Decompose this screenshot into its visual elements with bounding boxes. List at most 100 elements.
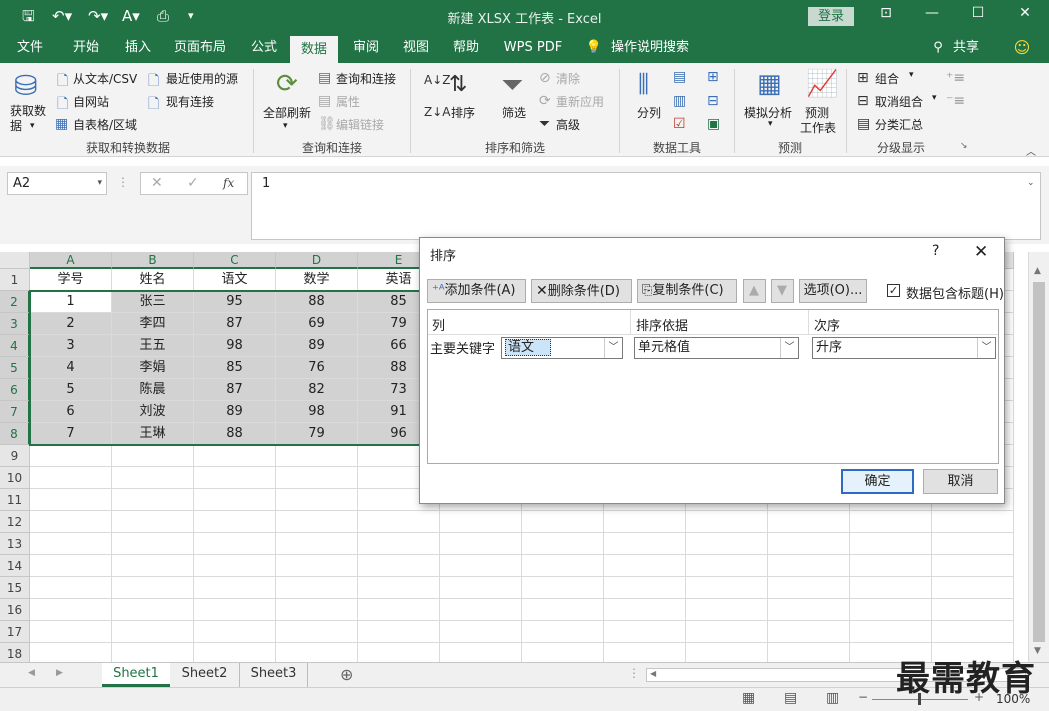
grid-cell[interactable]: 李娟 [112, 357, 194, 379]
close-icon[interactable]: ✕ [1010, 5, 1040, 21]
from-web-button[interactable]: 自网站 [73, 93, 109, 110]
grid-cell[interactable] [30, 643, 112, 662]
grid-cell[interactable] [768, 555, 850, 577]
chevron-down-icon[interactable]: ▾ [97, 173, 102, 194]
grid-cell[interactable] [440, 511, 522, 533]
grid-cell[interactable]: 数学 [276, 269, 358, 291]
text-to-columns-button[interactable]: 分列 [637, 104, 661, 121]
grid-cell[interactable] [276, 489, 358, 511]
clear-button[interactable]: 清除 [556, 70, 580, 87]
grid-cell[interactable] [932, 599, 1014, 621]
grid-cell[interactable]: 89 [194, 401, 276, 423]
grid-cell[interactable] [112, 555, 194, 577]
grid-cell[interactable]: 6 [30, 401, 112, 423]
grid-cell[interactable]: 李四 [112, 313, 194, 335]
grid-cell[interactable] [686, 511, 768, 533]
grid-cell[interactable] [30, 577, 112, 599]
grid-cell[interactable]: 陈晨 [112, 379, 194, 401]
grid-cell[interactable]: 69 [276, 313, 358, 335]
grid-cell[interactable]: 5 [30, 379, 112, 401]
row-header[interactable]: 17 [0, 621, 30, 643]
row-header[interactable]: 6 [0, 379, 30, 401]
tab-sheet2[interactable]: Sheet2 [170, 663, 240, 687]
dialog-launcher-icon[interactable]: ↘ [960, 141, 968, 151]
cancel-button[interactable]: 取消 [923, 469, 998, 494]
grid-cell[interactable] [276, 599, 358, 621]
grid-cell[interactable]: 3 [30, 335, 112, 357]
grid-cell[interactable]: 95 [194, 291, 276, 313]
grid-cell[interactable]: 王琳 [112, 423, 194, 445]
tab-view[interactable]: 视图 [394, 33, 438, 63]
grid-cell[interactable]: 89 [276, 335, 358, 357]
grid-cell[interactable]: 2 [30, 313, 112, 335]
chevron-down-icon[interactable]: ﹀ [604, 338, 622, 358]
grid-cell[interactable] [522, 643, 604, 662]
from-table-button[interactable]: 自表格/区域 [73, 116, 137, 133]
grid-cell[interactable] [358, 577, 440, 599]
options-button[interactable]: 选项(O)... [799, 279, 867, 303]
scroll-thumb[interactable] [1033, 282, 1045, 642]
grid-cell[interactable] [768, 643, 850, 662]
recent-sources-button[interactable]: 最近使用的源 [166, 70, 238, 87]
dialog-close-icon[interactable]: ✕ [974, 242, 988, 262]
grid-cell[interactable] [30, 555, 112, 577]
grid-cell[interactable] [440, 555, 522, 577]
insert-function-icon[interactable]: fx [223, 176, 234, 190]
sort-button[interactable]: 排序 [451, 104, 475, 121]
grid-cell[interactable]: 姓名 [112, 269, 194, 291]
grid-cell[interactable] [768, 621, 850, 643]
share-button[interactable]: 共享 [948, 33, 984, 63]
grid-cell[interactable] [604, 643, 686, 662]
column-header[interactable]: B [112, 252, 194, 269]
row-header[interactable]: 1 [0, 269, 30, 291]
chevron-down-icon[interactable]: ﹀ [780, 338, 798, 358]
data-validation-icon[interactable]: ☑ [673, 116, 686, 132]
grid-cell[interactable] [112, 489, 194, 511]
grid-cell[interactable] [604, 599, 686, 621]
grid-cell[interactable] [440, 599, 522, 621]
grid-cell[interactable] [112, 577, 194, 599]
maximize-icon[interactable]: ☐ [963, 5, 993, 21]
data-model-icon[interactable]: ▣ [707, 116, 720, 132]
grid-cell[interactable] [194, 489, 276, 511]
column-header[interactable]: C [194, 252, 276, 269]
grid-cell[interactable] [112, 467, 194, 489]
collapse-ribbon-icon[interactable]: ︿ [1026, 143, 1036, 158]
row-header[interactable]: 16 [0, 599, 30, 621]
page-layout-view-icon[interactable]: ▤ [784, 690, 797, 706]
grid-cell[interactable] [30, 467, 112, 489]
grid-cell[interactable] [932, 555, 1014, 577]
tab-wps-pdf[interactable]: WPS PDF [498, 33, 568, 63]
show-detail-icon[interactable]: ⁺≡ [946, 70, 965, 86]
row-header[interactable]: 14 [0, 555, 30, 577]
grid-cell[interactable] [194, 511, 276, 533]
grid-cell[interactable]: 87 [194, 313, 276, 335]
grid-cell[interactable] [932, 533, 1014, 555]
move-up-button[interactable]: ▲ [743, 279, 766, 303]
grid-cell[interactable] [850, 511, 932, 533]
name-box[interactable]: A2 ▾ [7, 172, 107, 195]
minimize-icon[interactable]: — [917, 5, 947, 21]
grid-cell[interactable] [522, 621, 604, 643]
grid-cell[interactable] [276, 621, 358, 643]
row-header[interactable]: 7 [0, 401, 30, 423]
advanced-button[interactable]: 高级 [556, 116, 580, 133]
column-select[interactable]: 语文 ﹀ [501, 337, 623, 359]
move-down-button[interactable]: ▼ [771, 279, 794, 303]
grid-cell[interactable] [194, 643, 276, 662]
cancel-icon[interactable]: ✕ [151, 175, 163, 191]
grid-cell[interactable] [768, 511, 850, 533]
smiley-icon[interactable]: ☺ [1010, 33, 1034, 63]
grid-cell[interactable]: 4 [30, 357, 112, 379]
grid-cell[interactable] [604, 533, 686, 555]
grid-cell[interactable] [440, 533, 522, 555]
order-select[interactable]: 升序 ﹀ [812, 337, 996, 359]
grid-cell[interactable] [30, 599, 112, 621]
from-text-button[interactable]: 从文本/CSV [73, 70, 137, 87]
grid-cell[interactable] [112, 621, 194, 643]
grid-cell[interactable] [850, 577, 932, 599]
grid-cell[interactable] [522, 599, 604, 621]
tell-me-search[interactable]: 操作说明搜索 [608, 33, 692, 63]
chevron-down-icon[interactable]: ﹀ [977, 338, 995, 358]
tab-insert[interactable]: 插入 [116, 33, 160, 63]
